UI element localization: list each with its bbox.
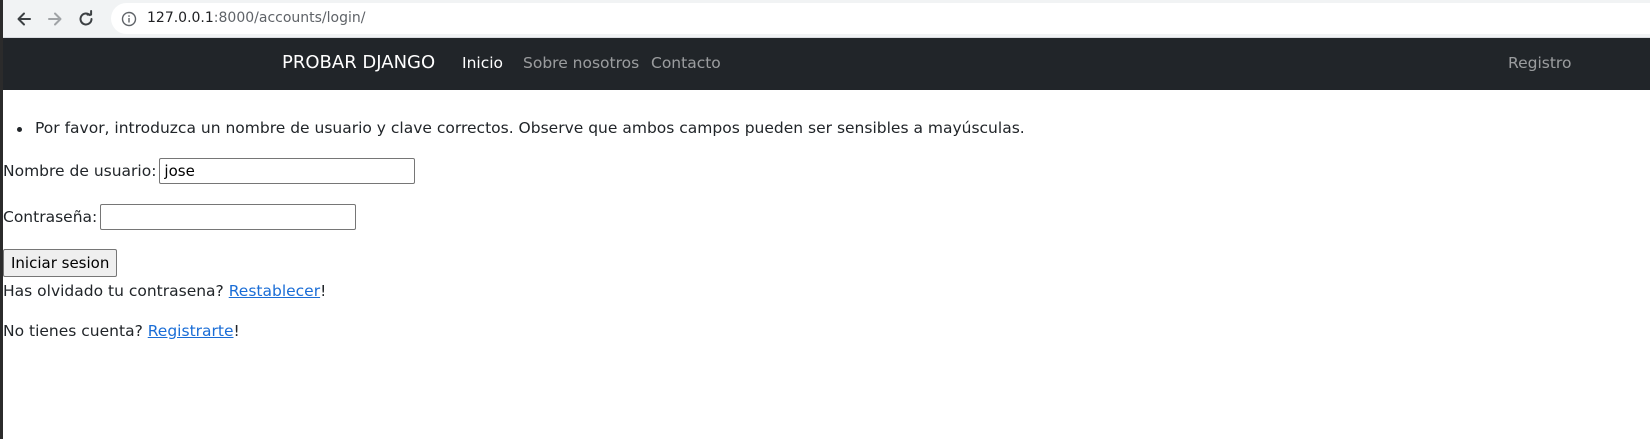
- nav-link-inicio[interactable]: Inicio: [462, 54, 503, 72]
- error-list: Por favor, introduzca un nombre de usuar…: [3, 119, 1025, 137]
- username-label: Nombre de usuario:: [3, 162, 157, 180]
- nav-link-sobre-nosotros[interactable]: Sobre nosotros: [523, 54, 639, 72]
- browser-toolbar: 127.0.0.1:8000/accounts/login/: [3, 0, 1650, 38]
- error-message: Por favor, introduzca un nombre de usuar…: [3, 119, 1025, 137]
- signup-link[interactable]: Registrarte: [148, 322, 234, 340]
- url-path: :8000/accounts/login/: [213, 10, 366, 26]
- address-bar[interactable]: 127.0.0.1:8000/accounts/login/: [111, 3, 1650, 34]
- nav-link-registro[interactable]: Registro: [1508, 54, 1571, 72]
- password-label: Contraseña:: [3, 208, 98, 226]
- info-icon[interactable]: [121, 11, 137, 27]
- username-row: Nombre de usuario:: [3, 158, 416, 184]
- url-host: 127.0.0.1: [147, 10, 214, 26]
- reset-password-link[interactable]: Restablecer: [229, 282, 320, 300]
- forgot-password-suffix: !: [320, 282, 327, 300]
- forgot-password-line: Has olvidado tu contrasena? Restablecer!: [3, 282, 326, 300]
- signup-text: No tienes cuenta?: [3, 322, 148, 340]
- arrow-left-icon[interactable]: [11, 6, 37, 32]
- username-input[interactable]: [159, 158, 416, 184]
- reload-icon[interactable]: [73, 6, 99, 32]
- signup-line: No tienes cuenta? Registrarte!: [3, 322, 240, 340]
- signup-suffix: !: [233, 322, 240, 340]
- forgot-password-text: Has olvidado tu contrasena?: [3, 282, 229, 300]
- navbar-brand[interactable]: PROBAR DJANGO: [282, 52, 435, 73]
- login-submit-button[interactable]: Iniciar sesion: [3, 249, 118, 277]
- site-navbar: PROBAR DJANGO Inicio Sobre nosotros Cont…: [3, 38, 1650, 90]
- url-text: 127.0.0.1:8000/accounts/login/: [147, 10, 365, 26]
- arrow-right-icon[interactable]: [42, 6, 68, 32]
- nav-link-contacto[interactable]: Contacto: [651, 54, 721, 72]
- password-input[interactable]: [100, 204, 357, 230]
- password-row: Contraseña:: [3, 204, 357, 230]
